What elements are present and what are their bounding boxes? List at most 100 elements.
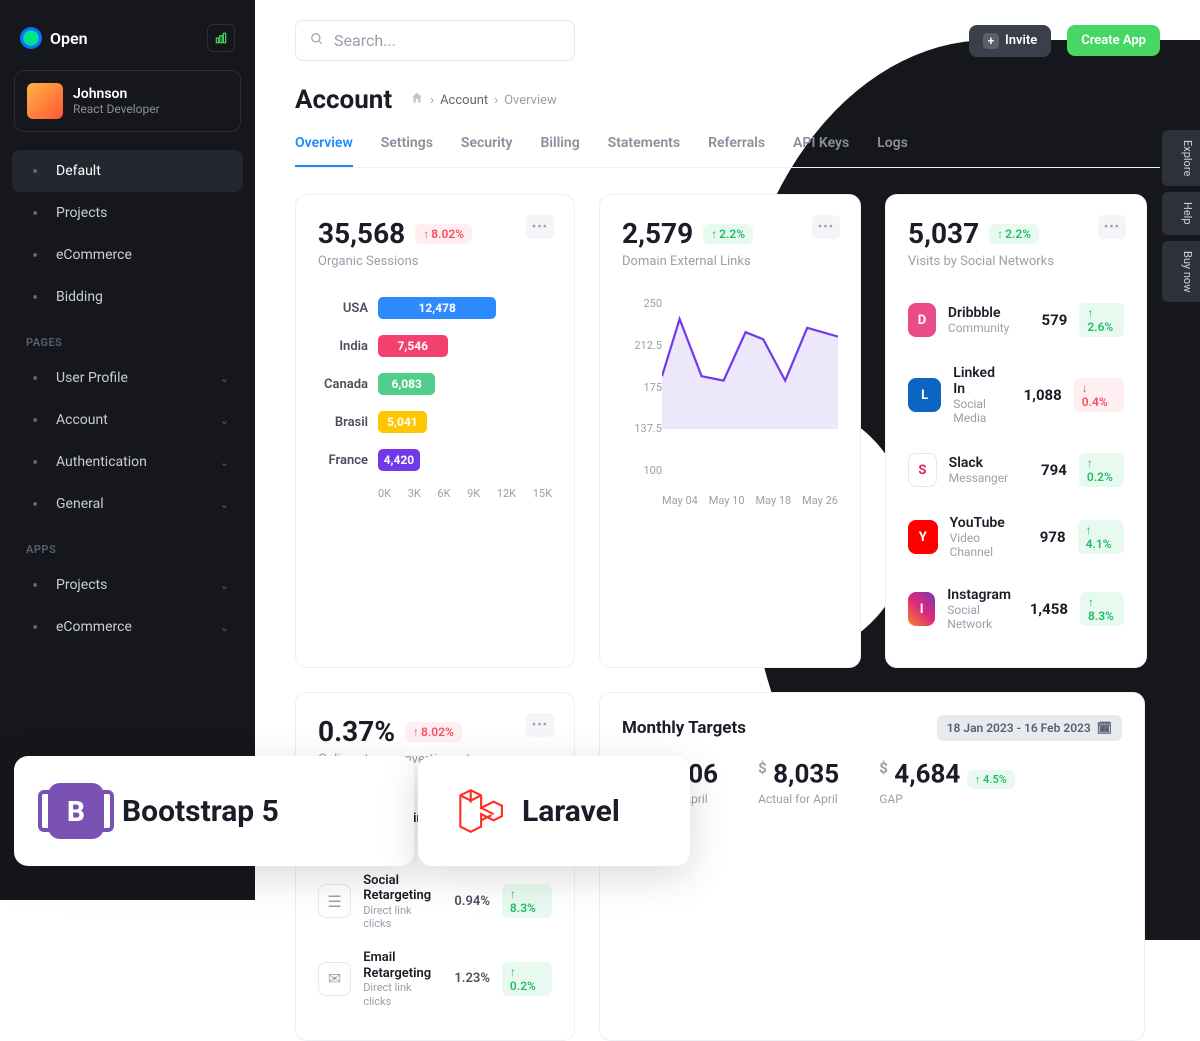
nav-icon: ▪: [26, 162, 44, 180]
nav-icon: ▪: [26, 576, 44, 594]
page-title: Account: [295, 85, 392, 115]
nav-icon: ▪: [26, 369, 44, 387]
section-apps: APPS: [12, 525, 243, 564]
delta-badge: ↑ 2.6%: [1079, 303, 1124, 337]
promo-bootstrap: B Bootstrap 5: [14, 756, 414, 866]
sidebar-item-bidding[interactable]: ▪Bidding: [12, 276, 243, 318]
nav-icon: ▪: [26, 288, 44, 306]
organic-axis: 0K3K6K9K12K15K: [318, 487, 552, 500]
social-row-slack[interactable]: SSlackMessanger794↑ 0.2%: [908, 439, 1124, 501]
card-menu-icon[interactable]: •••: [526, 713, 554, 737]
sidebar-item-general[interactable]: ▪General⌄: [12, 483, 243, 525]
create-app-button[interactable]: Create App: [1067, 25, 1160, 56]
card-menu-icon[interactable]: •••: [1098, 215, 1126, 239]
tab-statements[interactable]: Statements: [608, 125, 680, 167]
side-tabs: Explore Help Buy now: [1162, 130, 1200, 302]
target-col: $ 8,035Actual for April: [758, 759, 839, 806]
sidebar-toggle[interactable]: [207, 24, 235, 52]
side-tab-explore[interactable]: Explore: [1162, 130, 1200, 186]
sidebar-item-ecommerce[interactable]: ▪eCommerce⌄: [12, 606, 243, 648]
conv-icon: ✉: [318, 962, 351, 996]
target-col: $ 4,684 ↑ 4.5%GAP: [879, 759, 1015, 806]
targets-title: Monthly Targets: [622, 718, 746, 738]
social-value: 5,037: [908, 217, 979, 250]
card-organic-sessions: ••• 35,568 ↑8.02% Organic Sessions USA12…: [295, 194, 575, 668]
avatar: [27, 83, 63, 119]
social-row-youtube[interactable]: YYouTubeVideo Channel978↑ 4.1%: [908, 501, 1124, 573]
user-role: React Developer: [73, 102, 160, 116]
tab-api-keys[interactable]: API Keys: [793, 125, 849, 167]
invite-button[interactable]: + Invite: [969, 25, 1051, 57]
side-tab-buy[interactable]: Buy now: [1162, 241, 1200, 302]
social-row-instagram[interactable]: IInstagramSocial Network1,458↑ 8.3%: [908, 573, 1124, 645]
card-menu-icon[interactable]: •••: [812, 215, 840, 239]
tab-security[interactable]: Security: [461, 125, 513, 167]
sidebar-item-ecommerce[interactable]: ▪eCommerce: [12, 234, 243, 276]
bootstrap-icon: B: [48, 783, 104, 839]
tab-logs[interactable]: Logs: [877, 125, 908, 167]
social-row-dribbble[interactable]: DDribbbleCommunity579↑ 2.6%: [908, 289, 1124, 351]
conversion-delta: ↑8.02%: [405, 722, 462, 742]
organic-bars: USA12,478India7,546Canada6,083Brasil5,04…: [318, 297, 552, 471]
chevron-down-icon: ⌄: [220, 456, 229, 469]
chevron-down-icon: ⌄: [220, 579, 229, 592]
brand-logo[interactable]: Open: [20, 27, 88, 49]
chevron-down-icon: ⌄: [220, 621, 229, 634]
sidebar-item-user-profile[interactable]: ▪User Profile⌄: [12, 357, 243, 399]
delta-badge: ↑ 8.3%: [502, 884, 552, 918]
sidebar-item-default[interactable]: ▪Default: [12, 150, 243, 192]
domain-value: 2,579: [622, 217, 693, 250]
nav-icon: ▪: [26, 495, 44, 513]
bar-row-canada: Canada6,083: [318, 373, 552, 395]
promo-bootstrap-label: Bootstrap 5: [122, 794, 279, 829]
side-tab-help[interactable]: Help: [1162, 192, 1200, 235]
domain-delta: ↑2.2%: [703, 224, 753, 244]
tab-referrals[interactable]: Referrals: [708, 125, 765, 167]
chevron-right-icon: ›: [494, 93, 498, 108]
logo-icon: [20, 27, 42, 49]
chevron-down-icon: ⌄: [220, 414, 229, 427]
social-list: DDribbbleCommunity579↑ 2.6%LLinked InSoc…: [908, 289, 1124, 645]
nav-icon: ▪: [26, 246, 44, 264]
nav-icon: ▪: [26, 411, 44, 429]
tab-overview[interactable]: Overview: [295, 125, 353, 167]
user-name: Johnson: [73, 86, 160, 102]
breadcrumb: › Account › Overview: [410, 91, 557, 109]
nav-icon: ▪: [26, 453, 44, 471]
search-input[interactable]: Search...: [295, 20, 575, 61]
tab-billing[interactable]: Billing: [540, 125, 579, 167]
chevron-down-icon: ⌄: [220, 372, 229, 385]
card-menu-icon[interactable]: •••: [526, 215, 554, 239]
user-card[interactable]: Johnson React Developer: [14, 70, 241, 132]
crumb-account[interactable]: Account: [440, 93, 488, 108]
bar-row-brasil: Brasil5,041: [318, 411, 552, 433]
conversion-row: ☰Social RetargetingDirect link clicks0.9…: [318, 863, 552, 941]
sidebar-item-projects[interactable]: ▪Projects⌄: [12, 564, 243, 606]
delta-badge: ↑ 0.2%: [1079, 453, 1124, 487]
delta-badge: ↑ 8.3%: [1080, 592, 1124, 626]
nav-icon: ▪: [26, 618, 44, 636]
chevron-right-icon: ›: [430, 93, 434, 108]
organic-value: 35,568: [318, 217, 405, 250]
social-row-linked-in[interactable]: LLinked InSocial Media1,088↓ 0.4%: [908, 351, 1124, 439]
targets-mini-value: $357: [622, 826, 1122, 839]
calendar-icon: 🗓: [1097, 721, 1112, 735]
brand-name: Open: [50, 29, 88, 48]
tab-settings[interactable]: Settings: [381, 125, 433, 167]
social-delta: ↑2.2%: [989, 224, 1039, 244]
conversion-value: 0.37%: [318, 715, 395, 748]
chevron-down-icon: ⌄: [220, 498, 229, 511]
sidebar-item-account[interactable]: ▪Account⌄: [12, 399, 243, 441]
sidebar-item-projects[interactable]: ▪Projects: [12, 192, 243, 234]
sidebar-item-authentication[interactable]: ▪Authentication⌄: [12, 441, 243, 483]
laravel-icon: [452, 785, 504, 837]
card-social-visits: ••• 5,037 ↑2.2% Visits by Social Network…: [885, 194, 1147, 668]
card-domain-links: ••• 2,579 ↑2.2% Domain External Links 25…: [599, 194, 861, 668]
social-icon: D: [908, 303, 936, 337]
bar-row-india: India7,546: [318, 335, 552, 357]
domain-chart: 250212.5175137.5100 May 04May 10May 18Ma…: [622, 297, 838, 507]
delta-badge: ↑ 4.1%: [1078, 520, 1124, 554]
home-icon[interactable]: [410, 91, 424, 109]
organic-label: Organic Sessions: [318, 254, 552, 269]
date-range[interactable]: 18 Jan 2023 - 16 Feb 2023 🗓: [937, 715, 1122, 741]
